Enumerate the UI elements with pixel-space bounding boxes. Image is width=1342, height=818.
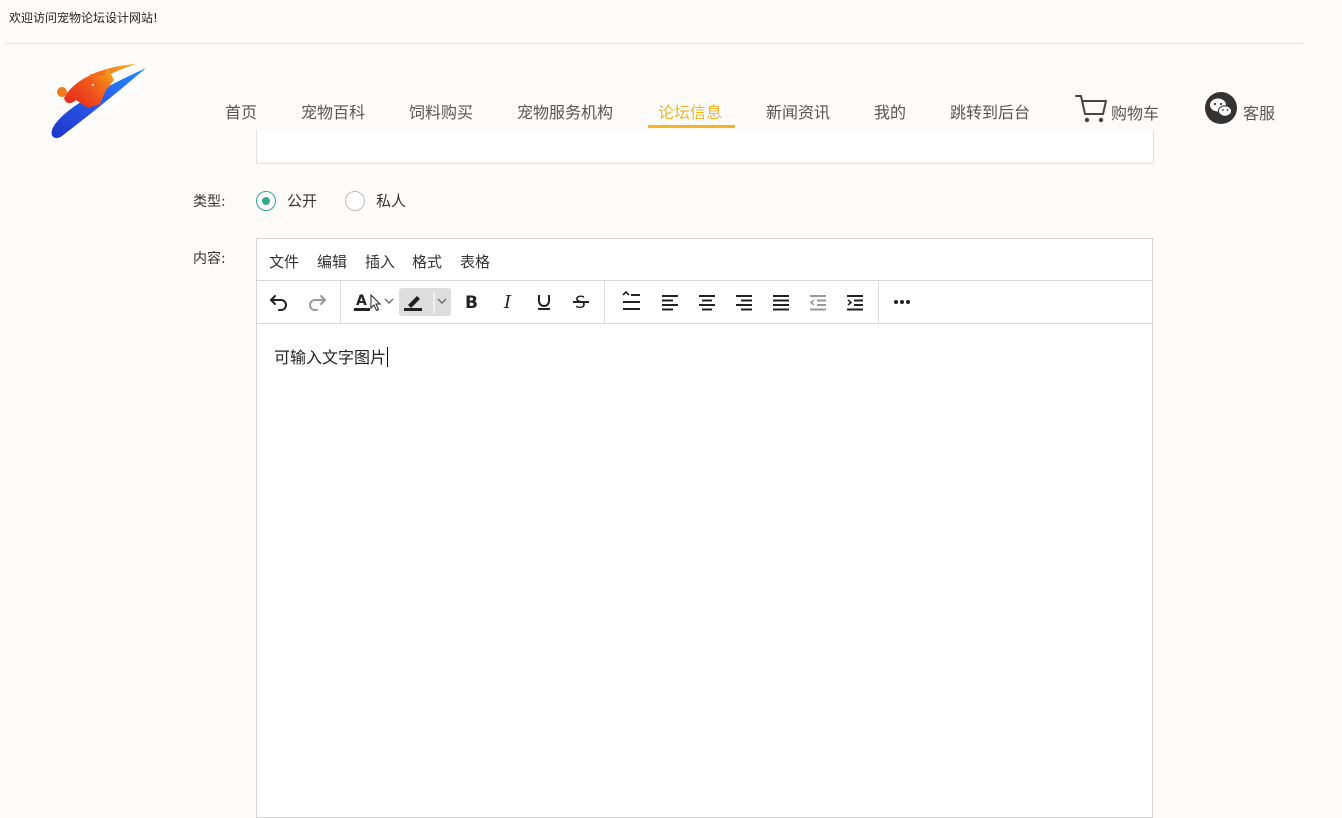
highlight-color-icon[interactable] (399, 288, 451, 316)
radio-private-label: 私人 (376, 192, 407, 210)
radio-public-label: 公开 (287, 192, 318, 210)
editor-content-text: 可输入文字图片 (274, 348, 387, 367)
rich-text-editor: 文件 编辑 插入 格式 表格 A B I 可输入文字图片 (256, 238, 1153, 818)
mouse-pointer-icon (370, 294, 382, 312)
radio-public[interactable]: 公开 (256, 190, 317, 211)
welcome-text: 欢迎访问宠物论坛设计网站! (9, 11, 158, 25)
menu-file[interactable]: 文件 (269, 251, 299, 272)
align-left-icon[interactable] (658, 288, 682, 316)
nav-news[interactable]: 新闻资讯 (766, 99, 830, 123)
strikethrough-icon[interactable]: S (569, 288, 593, 316)
more-icon[interactable] (889, 288, 915, 316)
editor-content[interactable]: 可输入文字图片 (274, 344, 389, 368)
svg-text:A: A (356, 293, 367, 309)
nav-pet-encyclopedia[interactable]: 宠物百科 (301, 99, 365, 123)
type-label: 类型: (193, 194, 226, 210)
menu-insert[interactable]: 插入 (365, 251, 395, 272)
toolbar-separator (340, 281, 341, 323)
toolbar-separator (878, 281, 879, 323)
redo-icon[interactable] (304, 288, 330, 316)
nav-feed-purchase[interactable]: 饲料购买 (409, 99, 473, 123)
italic-icon[interactable]: I (496, 288, 520, 316)
align-center-icon[interactable] (695, 288, 719, 316)
cart-link[interactable]: 购物车 (1074, 92, 1159, 124)
customer-service-link[interactable]: 客服 (1204, 91, 1275, 125)
editor-menubar: 文件 编辑 插入 格式 表格 (257, 239, 1152, 281)
nav-backend[interactable]: 跳转到后台 (950, 99, 1030, 123)
radio-private[interactable]: 私人 (345, 190, 406, 211)
nav-home[interactable]: 首页 (225, 99, 257, 123)
svg-text:I: I (503, 292, 512, 313)
line-height-icon[interactable] (618, 288, 644, 316)
service-label: 客服 (1243, 104, 1276, 123)
content-label: 内容: (193, 251, 226, 267)
site-logo[interactable] (48, 60, 148, 140)
wechat-icon (1205, 92, 1237, 124)
align-justify-icon[interactable] (769, 288, 793, 316)
nav-active-underline (648, 125, 735, 128)
text-caret (387, 347, 389, 367)
nav-forum[interactable]: 论坛信息 (658, 99, 722, 123)
toolbar-separator (604, 281, 605, 323)
svg-text:B: B (465, 293, 478, 313)
nav-pet-services[interactable]: 宠物服务机构 (517, 99, 613, 123)
title-input-partial[interactable] (256, 130, 1154, 164)
radio-public-circle[interactable] (256, 190, 276, 211)
top-divider (5, 43, 1303, 44)
cart-icon (1075, 95, 1107, 123)
radio-private-circle[interactable] (345, 190, 365, 211)
menu-edit[interactable]: 编辑 (317, 251, 347, 272)
align-right-icon[interactable] (732, 288, 756, 316)
editor-toolbar: A B I S (257, 281, 1152, 324)
indent-icon[interactable] (843, 288, 867, 316)
bold-icon[interactable]: B (459, 288, 483, 316)
outdent-icon[interactable] (806, 288, 830, 316)
nav-mine[interactable]: 我的 (874, 99, 906, 123)
cart-label: 购物车 (1111, 104, 1160, 123)
underline-icon[interactable] (532, 288, 556, 316)
undo-icon[interactable] (266, 288, 292, 316)
menu-table[interactable]: 表格 (460, 251, 490, 272)
menu-format[interactable]: 格式 (412, 251, 442, 272)
